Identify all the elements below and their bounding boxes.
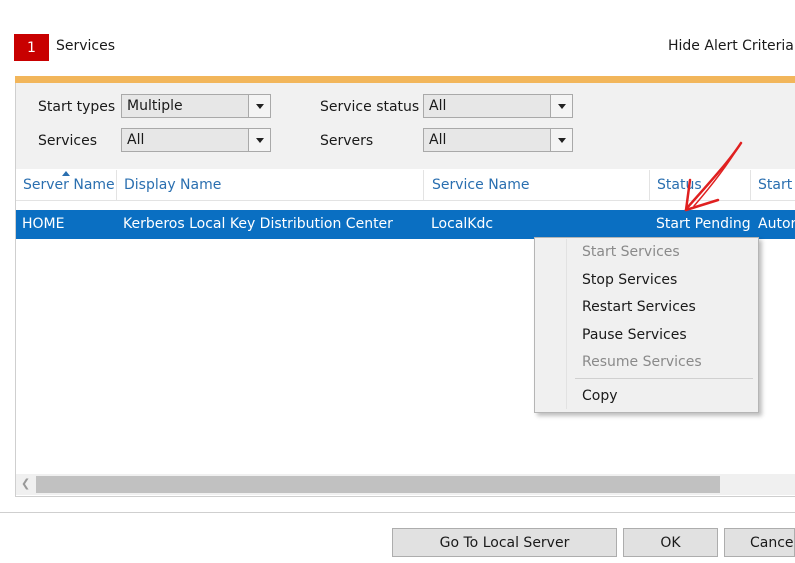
go-to-local-server-button[interactable]: Go To Local Server (392, 528, 617, 557)
ok-button[interactable]: OK (623, 528, 718, 557)
cancel-button[interactable]: Cancel (724, 528, 795, 557)
annotation-arrow-icon (684, 141, 743, 212)
footer-divider (0, 512, 795, 513)
